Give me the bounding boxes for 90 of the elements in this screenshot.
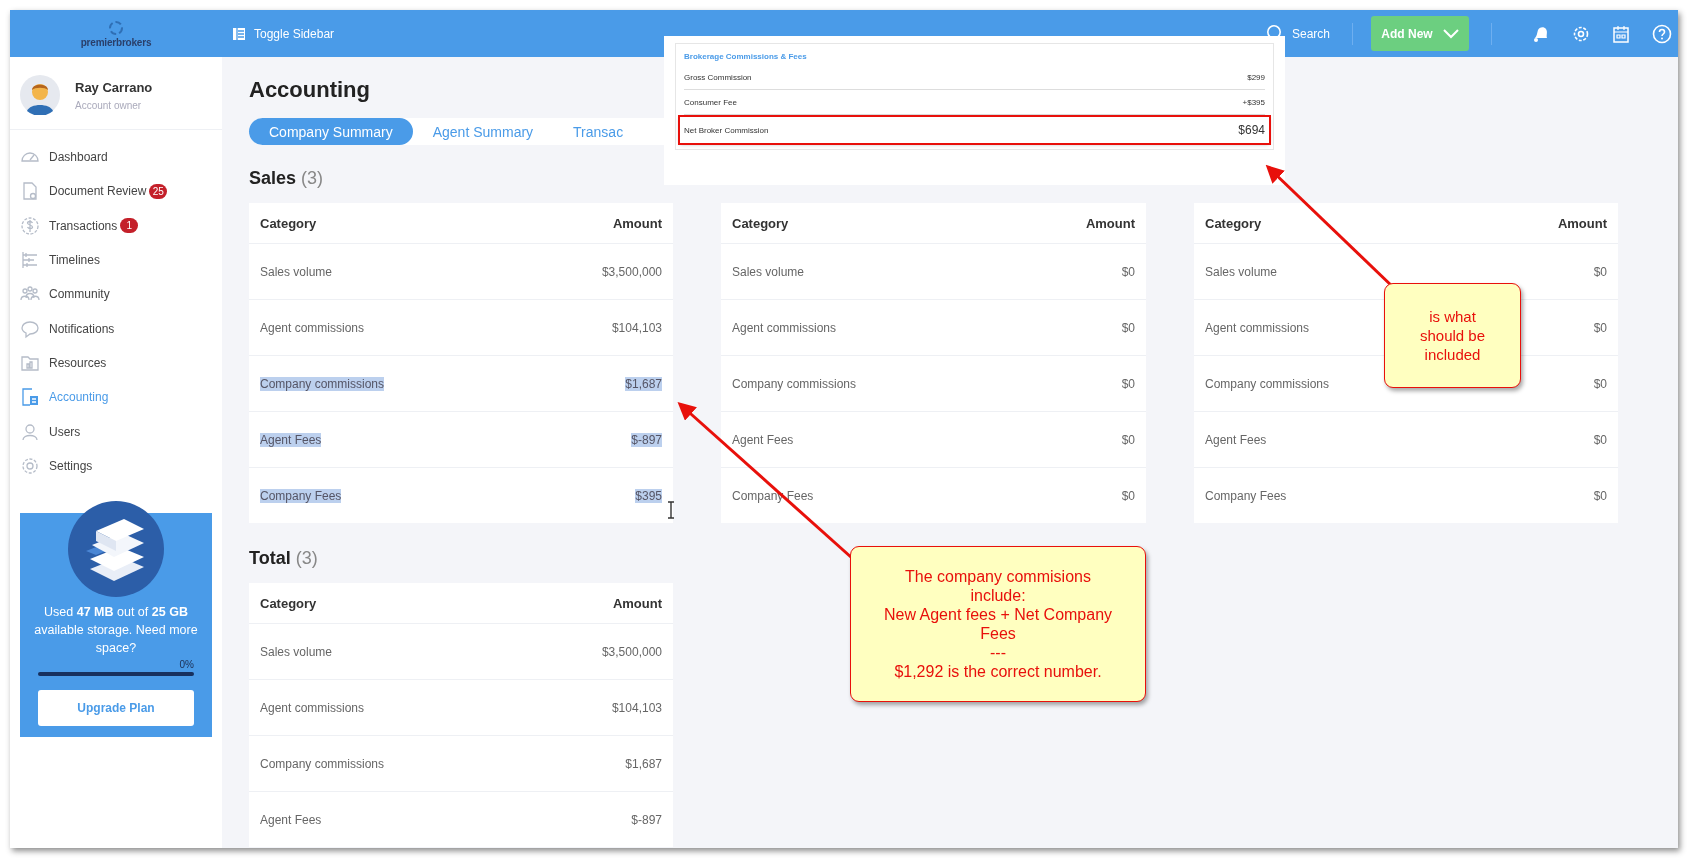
nav-item[interactable]: Resources: [20, 345, 107, 381]
user-name: Ray Carrano: [75, 79, 153, 95]
chevron-down-icon: [1442, 28, 1459, 39]
table-cell: Agent Fees: [260, 432, 322, 447]
row-value: $694: [1238, 123, 1265, 137]
help-icon[interactable]: [1652, 23, 1672, 44]
callout-note: The company commisions include: New Agent fees + Net Company Fees --- $1,292 is the correct number.: [850, 546, 1146, 702]
table-cell: Company commissions: [260, 756, 385, 771]
table-cell: Sales volume: [260, 644, 333, 659]
nav-item[interactable]: Notifications: [20, 311, 115, 346]
nav-item[interactable]: Community: [20, 277, 110, 312]
table-cell: $1,687: [625, 376, 662, 391]
row-value: $299: [1247, 72, 1265, 82]
calculator-icon: [20, 387, 40, 408]
row-label: Gross Commission: [684, 72, 752, 82]
text-cursor-icon: [667, 501, 675, 519]
avatar: [20, 75, 60, 115]
table-cell: $0: [1121, 320, 1135, 335]
column-header: Category: [732, 215, 789, 231]
table-cell: Sales volume: [1205, 264, 1278, 279]
count-badge: 1: [120, 218, 139, 234]
table-cell: Agent commissions: [732, 320, 837, 335]
table-cell: Agent commissions: [260, 320, 365, 335]
column-header: Amount: [1085, 215, 1135, 231]
logo: premierbrokers: [80, 36, 152, 48]
dollar-icon: [20, 215, 40, 236]
table-cell: $0: [1593, 488, 1607, 503]
calendar-icon[interactable]: [1612, 24, 1630, 43]
table-cell: $0: [1121, 432, 1135, 447]
table-cell: $104,103: [611, 700, 662, 715]
column-header: Amount: [612, 595, 662, 611]
document-icon: [20, 181, 40, 202]
table-cell: $0: [1593, 376, 1607, 391]
table-cell: $3,500,000: [601, 644, 662, 659]
table-cell: $0: [1121, 376, 1135, 391]
table-cell: Company commissions: [732, 376, 857, 391]
table-cell: Company commissions: [260, 376, 385, 391]
panel-title: Brokerage Commissions & Fees: [684, 52, 808, 61]
column-header: Category: [260, 215, 317, 231]
section-heading: Total (3): [249, 547, 318, 569]
nav-item[interactable]: Dashboard: [20, 140, 108, 175]
bell-icon[interactable]: [1532, 24, 1550, 43]
storage-percent: 0%: [179, 658, 194, 670]
nav-item[interactable]: Transactions 1: [20, 208, 139, 243]
callout-note: is what should be included: [1384, 283, 1521, 388]
section-heading: Sales (3): [249, 167, 324, 189]
table-cell: Sales volume: [260, 264, 333, 279]
gear-icon: [20, 455, 40, 476]
timeline-icon: [20, 250, 40, 271]
table-cell: Agent commissions: [1205, 320, 1310, 335]
sidebar-icon: [232, 26, 246, 41]
table-cell: Company Fees: [732, 488, 814, 503]
table-cell: $1,687: [625, 756, 662, 771]
logo-icon: [108, 19, 124, 36]
user-role: Account owner: [75, 99, 143, 111]
table-cell: $3,500,000: [601, 264, 662, 279]
table-cell: $0: [1593, 432, 1607, 447]
row-value: +$395: [1242, 97, 1265, 107]
table-cell: Agent Fees: [732, 432, 794, 447]
table-cell: $104,103: [611, 320, 662, 335]
nav-item[interactable]: Document Review 25: [20, 174, 168, 209]
row-label: Consumer Fee: [684, 97, 737, 107]
table-cell: Company commissions: [1205, 376, 1330, 391]
column-header: Amount: [612, 215, 662, 231]
row-label: Net Broker Commission: [684, 125, 769, 135]
table-cell: $0: [1121, 264, 1135, 279]
count-badge: 25: [149, 183, 168, 199]
table-cell: $0: [1593, 264, 1607, 279]
settings-icon[interactable]: [1572, 24, 1590, 43]
nav-item[interactable]: Users: [20, 414, 81, 449]
storage-message: Used 47 MB out of 25 GB available storage. Need more space?: [34, 603, 198, 657]
nav-item[interactable]: Timelines: [20, 242, 100, 278]
nav-item[interactable]: Settings: [20, 448, 93, 483]
chat-icon: [20, 318, 40, 339]
table-cell: Agent Fees: [260, 812, 322, 827]
table-cell: $0: [1593, 320, 1607, 335]
table-cell: Agent commissions: [260, 700, 365, 715]
column-header: Amount: [1557, 215, 1607, 231]
table-cell: $-897: [631, 812, 662, 827]
table-cell: Sales volume: [732, 264, 805, 279]
page-title: Accounting: [249, 76, 370, 104]
column-header: Category: [1205, 215, 1262, 231]
column-header: Category: [260, 595, 317, 611]
table-cell: $-897: [631, 432, 662, 447]
table-cell: Company Fees: [260, 488, 342, 503]
table-cell: $395: [635, 488, 662, 503]
table-cell: Agent Fees: [1205, 432, 1267, 447]
table-cell: $0: [1121, 488, 1135, 503]
table-cell: Company Fees: [1205, 488, 1287, 503]
user-icon: [20, 421, 40, 442]
